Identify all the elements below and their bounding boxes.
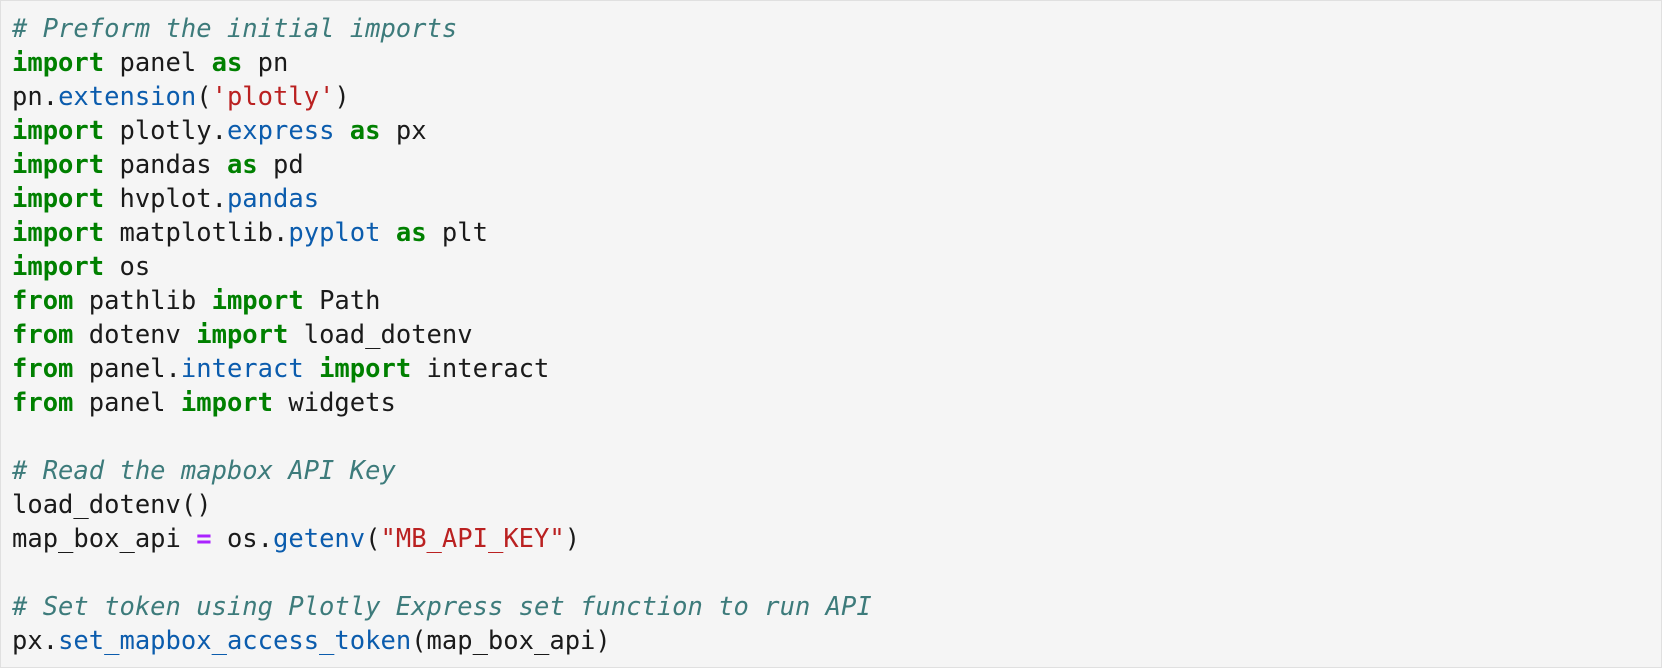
attribute-token: express xyxy=(226,116,335,146)
code-text: pandas xyxy=(104,150,227,180)
keyword-token: import xyxy=(12,48,105,78)
comment-token: # Set token using Plotly Express set fun… xyxy=(12,592,872,622)
code-text: pd xyxy=(257,150,304,180)
code-line: import matplotlib.pyplot as plt xyxy=(12,216,872,250)
code-text: ( xyxy=(196,82,212,112)
keyword-token: import xyxy=(12,218,105,248)
keyword-token: from xyxy=(12,388,74,418)
keyword-token: import xyxy=(12,116,105,146)
code-line: pn.extension('plotly') xyxy=(12,80,872,114)
keyword-token: import xyxy=(180,388,274,418)
code-line: # Set token using Plotly Express set fun… xyxy=(12,590,872,624)
code-text: ) xyxy=(564,524,581,554)
code-line: from panel import widgets xyxy=(12,386,872,420)
code-line: import pandas as pd xyxy=(12,148,872,182)
code-line: # Preform the initial imports xyxy=(12,12,872,46)
code-text: pathlib xyxy=(73,286,212,316)
code-text: map_box_api xyxy=(12,524,197,554)
string-token: "MB_API_KEY" xyxy=(380,524,565,554)
code-text: interact xyxy=(411,354,550,384)
operator-token: = xyxy=(196,524,212,554)
code-text: os. xyxy=(211,524,274,554)
code-line: px.set_mapbox_access_token(map_box_api) xyxy=(12,624,872,658)
code-text: pn xyxy=(242,48,289,78)
code-text: widgets xyxy=(273,388,396,418)
code-text: plotly. xyxy=(104,116,227,146)
code-line: from pathlib import Path xyxy=(12,284,872,318)
keyword-token: as xyxy=(349,116,381,146)
code-text: load_dotenv xyxy=(288,320,473,350)
keyword-token: import xyxy=(12,150,105,180)
code-text: plt xyxy=(426,218,488,248)
code-text: (map_box_api) xyxy=(411,626,611,656)
code-line: # Read the mapbox API Key xyxy=(12,454,872,488)
code-cell[interactable]: # Preform the initial imports import pane… xyxy=(0,0,1662,668)
code-text: Path xyxy=(303,286,381,316)
keyword-token: import xyxy=(319,354,412,384)
keyword-token: from xyxy=(12,320,74,350)
code-text: dotenv xyxy=(73,320,197,350)
code-line: from panel.interact import interact xyxy=(12,352,872,386)
keyword-token: import xyxy=(12,184,105,214)
code-text: os xyxy=(104,252,151,282)
code-text: ) xyxy=(334,82,350,112)
code-line: import hvplot.pandas xyxy=(12,182,872,216)
code-text: matplotlib. xyxy=(104,218,289,248)
keyword-token: import xyxy=(211,286,304,316)
code-text: panel xyxy=(73,388,181,418)
comment-token: # Read the mapbox API Key xyxy=(12,456,396,486)
code-text: hvplot. xyxy=(104,184,227,214)
code-text: px. xyxy=(12,626,59,656)
code-line: map_box_api = os.getenv("MB_API_KEY") xyxy=(12,522,872,556)
code-line: import os xyxy=(12,250,872,284)
code-text: panel xyxy=(104,48,212,78)
code-text: px xyxy=(380,116,427,146)
attribute-token: set_mapbox_access_token xyxy=(58,626,412,656)
attribute-token: pyplot xyxy=(288,218,381,248)
attribute-token: interact xyxy=(180,354,304,384)
attribute-token: getenv xyxy=(273,524,366,554)
attribute-token: pandas xyxy=(226,184,320,214)
code-text: panel. xyxy=(73,354,181,384)
keyword-token: import xyxy=(12,252,105,282)
keyword-token: import xyxy=(196,320,289,350)
attribute-token: extension xyxy=(58,82,197,112)
code-editor[interactable]: # Preform the initial imports import pane… xyxy=(12,12,872,658)
code-text: pn. xyxy=(12,82,59,112)
keyword-token: as xyxy=(211,48,243,78)
comment-token: # Preform the initial imports xyxy=(12,14,458,44)
keyword-token: from xyxy=(12,354,74,384)
code-text: load_dotenv() xyxy=(12,490,212,520)
string-token: 'plotly' xyxy=(211,82,335,112)
code-line: import plotly.express as px xyxy=(12,114,872,148)
keyword-token: as xyxy=(395,218,427,248)
code-text: ( xyxy=(365,524,381,554)
code-line: from dotenv import load_dotenv xyxy=(12,318,872,352)
keyword-token: from xyxy=(12,286,74,316)
keyword-token: as xyxy=(226,150,258,180)
code-line: load_dotenv() xyxy=(12,488,872,522)
code-line: import panel as pn xyxy=(12,46,872,80)
